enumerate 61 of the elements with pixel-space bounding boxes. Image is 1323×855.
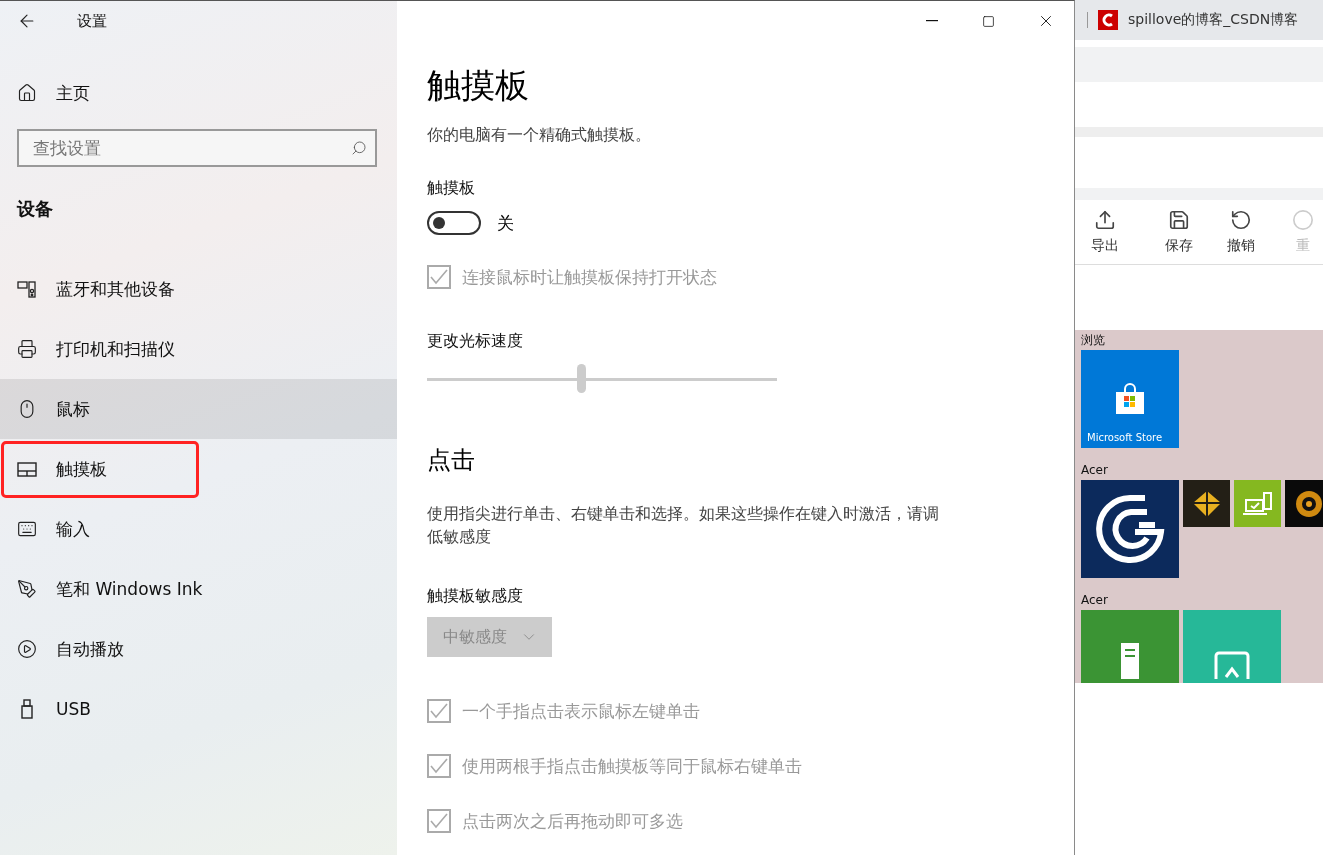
section-heading: 设备: [15, 197, 54, 221]
app-tile[interactable]: [1183, 480, 1230, 527]
browser-tab[interactable]: spillove的博客_CSDN博客: [1075, 0, 1323, 40]
description: 使用指尖进行单击、右键单击和选择。如果这些操作在键入时激活，请调低敏感度: [427, 503, 940, 548]
lens-icon: [1293, 488, 1323, 519]
keyboard-icon: [17, 519, 37, 539]
toggle-state: 关: [497, 211, 514, 235]
checkbox-label: 点击两次之后再拖动即可多选: [462, 809, 683, 833]
window-title: 设置: [77, 11, 107, 31]
sidebar-item[interactable]: 鼠标: [0, 379, 397, 439]
printer-icon: [17, 339, 37, 359]
spiral-logo-icon: [1095, 492, 1165, 566]
shopping-bag-icon: [1115, 383, 1145, 415]
play-circle-icon: [17, 639, 37, 659]
checkbox-label: 使用两根手指点击触摸板等同于鼠标右键单击: [462, 754, 802, 778]
sidebar-item[interactable]: USB: [0, 679, 397, 739]
slider-thumb[interactable]: [577, 364, 586, 393]
home-icon: [17, 83, 37, 103]
circle-icon: [1292, 209, 1314, 231]
toolbar-button[interactable]: 导出: [1075, 209, 1135, 255]
keyboard-speaker-icon: [17, 279, 37, 299]
app-tile[interactable]: [1183, 610, 1281, 683]
toolbar-button[interactable]: 撤销: [1211, 209, 1271, 255]
app-tile[interactable]: [1234, 480, 1281, 527]
toggle-label: 触摸板: [427, 178, 476, 199]
tile-label: Microsoft Store: [1087, 432, 1163, 443]
toggle-switch[interactable]: [427, 211, 481, 235]
sidebar-item[interactable]: 蓝牙和其他设备: [0, 259, 397, 319]
sidebar-item[interactable]: 笔和 Windows Ink: [0, 559, 397, 619]
checkbox-label: 连接鼠标时让触摸板保持打开状态: [462, 265, 717, 289]
diamond-icon: [1190, 488, 1223, 519]
maximize-icon: [982, 14, 995, 28]
minimize-icon: [925, 20, 938, 22]
dropdown-label: 触摸板敏感度: [427, 586, 524, 607]
sidebar-item[interactable]: 输入: [0, 499, 397, 559]
group-title: Acer: [1081, 592, 1109, 609]
touchpad-icon: [17, 459, 37, 479]
app-tile[interactable]: [1081, 480, 1179, 578]
home-link[interactable]: 主页: [0, 71, 397, 115]
laptop-icon: [1242, 490, 1273, 517]
save-icon: [1168, 209, 1190, 231]
toolbar-button[interactable]: 保存: [1149, 209, 1209, 255]
sidebar-item[interactable]: 打印机和扫描仪: [0, 319, 397, 379]
checkbox-label: 一个手指点击表示鼠标左键单击: [462, 699, 700, 723]
slider-label: 更改光标速度: [427, 331, 524, 352]
logo-icon: [1098, 10, 1118, 30]
search-icon: [351, 140, 367, 156]
section-heading: 点击: [427, 445, 476, 476]
pen-icon: [17, 579, 37, 599]
group-title: Acer: [1081, 462, 1109, 479]
page-title: 触摸板: [427, 64, 530, 107]
description: 你的电脑有一个精确式触摸板。: [427, 125, 652, 146]
search-field[interactable]: 查找设置: [17, 129, 377, 167]
upload-icon: [1094, 209, 1116, 231]
undo-icon: [1230, 209, 1252, 231]
sidebar-item[interactable]: 自动播放: [0, 619, 397, 679]
app-tile[interactable]: [1285, 480, 1323, 527]
sidebar-item[interactable]: 触摸板: [0, 439, 397, 499]
group-title: 浏览: [1081, 332, 1106, 349]
app-tile[interactable]: [1081, 610, 1179, 683]
app-tile[interactable]: Microsoft Store: [1081, 350, 1179, 448]
